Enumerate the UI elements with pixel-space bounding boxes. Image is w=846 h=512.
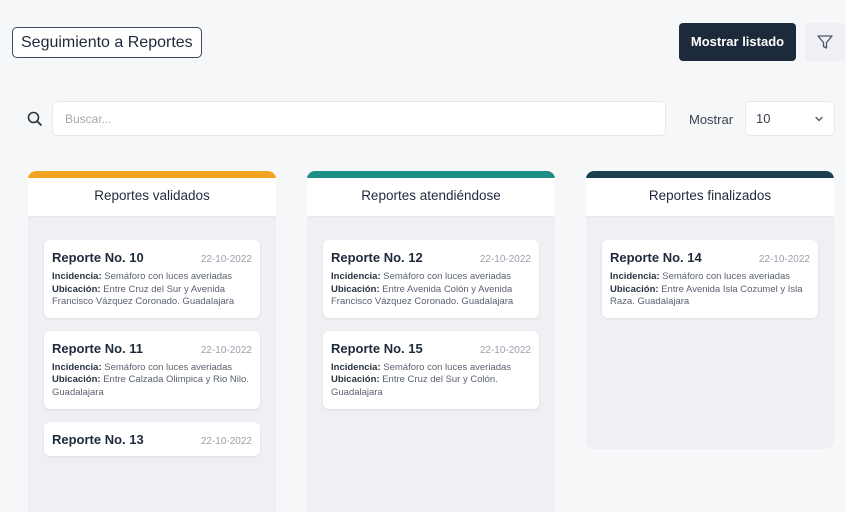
column-accent-bar — [28, 171, 276, 178]
incidencia-label: Incidencia: — [331, 271, 381, 282]
column-title: Reportes atendiéndose — [307, 178, 555, 216]
incidencia-label: Incidencia: — [610, 271, 660, 282]
ubicacion-label: Ubicación: — [331, 374, 380, 386]
report-date: 22-10-2022 — [200, 254, 252, 265]
search-input[interactable] — [52, 101, 666, 136]
incidencia-value: Semáforo con luces averiadas — [104, 361, 233, 373]
report-date: 22-10-2022 — [758, 254, 810, 265]
ubicacion-label: Ubicación: — [52, 374, 101, 386]
report-title: Reporte No. 11 — [52, 340, 144, 356]
ubicacion-label: Ubicación: — [610, 283, 659, 295]
incidencia-label: Incidencia: — [52, 271, 102, 282]
report-card[interactable]: Reporte No. 13 22-10-2022 — [44, 421, 260, 456]
report-title: Reporte No. 14 — [610, 250, 702, 265]
report-date: 22-10-2022 — [479, 254, 531, 265]
page-title: Seguimiento a Reportes — [12, 27, 202, 58]
report-date: 22-10-2022 — [200, 344, 252, 356]
column-validated: Reportes validados Reporte No. 10 22-10-… — [28, 171, 276, 512]
report-title: Reporte No. 15 — [331, 340, 423, 356]
column-title: Reportes finalizados — [586, 178, 834, 216]
filter-icon — [817, 35, 833, 49]
filter-button[interactable] — [805, 23, 845, 61]
report-date: 22-10-2022 — [479, 344, 531, 356]
chevron-down-icon — [815, 116, 823, 121]
report-date: 22-10-2022 — [200, 435, 252, 447]
incidencia-label: Incidencia: — [52, 361, 102, 373]
show-label: Mostrar — [689, 112, 734, 127]
report-title: Reporte No. 13 — [52, 431, 144, 447]
incidencia-value: Semáforo con luces averiadas — [662, 271, 791, 282]
incidencia-value: Semáforo con luces averiadas — [383, 361, 512, 373]
incidencia-label: Incidencia: — [331, 361, 381, 373]
incidencia-value: Semáforo con luces averiadas — [104, 271, 233, 282]
ubicacion-label: Ubicación: — [52, 283, 101, 295]
column-accent-bar — [307, 171, 555, 178]
report-card[interactable]: Reporte No. 14 22-10-2022 Incidencia: Se… — [602, 240, 818, 318]
ubicacion-label: Ubicación: — [331, 283, 380, 295]
incidencia-value: Semáforo con luces averiadas — [383, 271, 512, 282]
report-title: Reporte No. 12 — [331, 250, 423, 265]
column-title: Reportes validados — [28, 178, 276, 216]
column-finished: Reportes finalizados Reporte No. 14 22-1… — [586, 171, 834, 449]
report-card[interactable]: Reporte No. 10 22-10-2022 Incidencia: Se… — [44, 240, 260, 318]
show-list-button[interactable]: Mostrar listado — [679, 23, 796, 61]
page-size-value: 10 — [756, 111, 771, 126]
page-size-select[interactable]: 10 — [745, 101, 835, 136]
report-card[interactable]: Reporte No. 12 22-10-2022 Incidencia: Se… — [323, 240, 539, 318]
report-card[interactable]: Reporte No. 15 22-10-2022 Incidencia: Se… — [323, 330, 539, 409]
column-accent-bar — [586, 171, 834, 178]
search-icon — [27, 111, 42, 126]
report-title: Reporte No. 10 — [52, 250, 144, 265]
report-card[interactable]: Reporte No. 11 22-10-2022 Incidencia: Se… — [44, 330, 260, 409]
column-in-progress: Reportes atendiéndose Reporte No. 12 22-… — [307, 171, 555, 512]
